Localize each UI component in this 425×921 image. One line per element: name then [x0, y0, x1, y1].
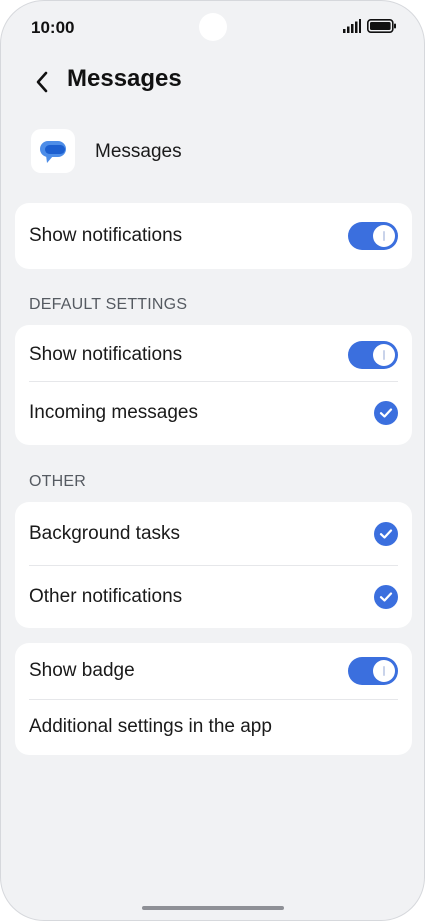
- other-notifications-checkbox[interactable]: [374, 585, 398, 609]
- other-card: Background tasks Other notifications: [15, 502, 412, 628]
- divider: [29, 565, 398, 566]
- page-header: Messages: [1, 59, 424, 103]
- other-notifications-row[interactable]: Other notifications: [15, 567, 412, 627]
- show-notifications-label: Show notifications: [29, 225, 183, 246]
- check-icon: [379, 529, 393, 539]
- default-show-notifications-toggle[interactable]: [348, 341, 398, 369]
- home-indicator[interactable]: [142, 906, 284, 910]
- chevron-left-icon: [36, 71, 48, 93]
- show-notifications-toggle[interactable]: [348, 222, 398, 250]
- incoming-messages-row[interactable]: Incoming messages: [15, 383, 412, 443]
- back-button[interactable]: [27, 67, 57, 97]
- default-show-notifications-row[interactable]: Show notifications: [15, 325, 412, 385]
- main-notifications-card: Show notifications: [15, 203, 412, 269]
- show-badge-label: Show badge: [29, 660, 135, 681]
- show-badge-row[interactable]: Show badge: [15, 643, 412, 699]
- divider: [29, 381, 398, 382]
- incoming-messages-label: Incoming messages: [29, 402, 198, 423]
- incoming-messages-checkbox[interactable]: [374, 401, 398, 425]
- background-tasks-label: Background tasks: [29, 523, 181, 544]
- section-header-default-settings: DEFAULT SETTINGS: [29, 296, 188, 313]
- additional-settings-label: Additional settings in the app: [29, 716, 272, 737]
- check-icon: [379, 408, 393, 418]
- battery-icon: [367, 19, 396, 33]
- app-name: Messages: [95, 141, 182, 162]
- status-bar: 10:00: [1, 1, 424, 55]
- status-time: 10:00: [31, 18, 75, 37]
- section-header-other: OTHER: [29, 473, 86, 490]
- signal-icon: [343, 19, 361, 33]
- background-tasks-row[interactable]: Background tasks: [15, 504, 412, 564]
- camera-cutout: [199, 13, 227, 41]
- show-badge-toggle[interactable]: [348, 657, 398, 685]
- other-notifications-label: Other notifications: [29, 586, 183, 607]
- default-settings-card: Show notifications Incoming messages: [15, 325, 412, 445]
- app-info-row: Messages: [1, 127, 424, 177]
- check-icon: [379, 592, 393, 602]
- badge-card: Show badge Additional settings in the ap…: [15, 643, 412, 755]
- messages-app-icon: [31, 129, 75, 173]
- additional-settings-row[interactable]: Additional settings in the app: [15, 700, 412, 754]
- page-title: Messages: [67, 65, 182, 92]
- background-tasks-checkbox[interactable]: [374, 522, 398, 546]
- phone-screen: 10:00 Messages Messages Show notificatio…: [0, 0, 425, 921]
- default-show-notifications-label: Show notifications: [29, 344, 183, 365]
- show-notifications-row[interactable]: Show notifications: [15, 206, 412, 266]
